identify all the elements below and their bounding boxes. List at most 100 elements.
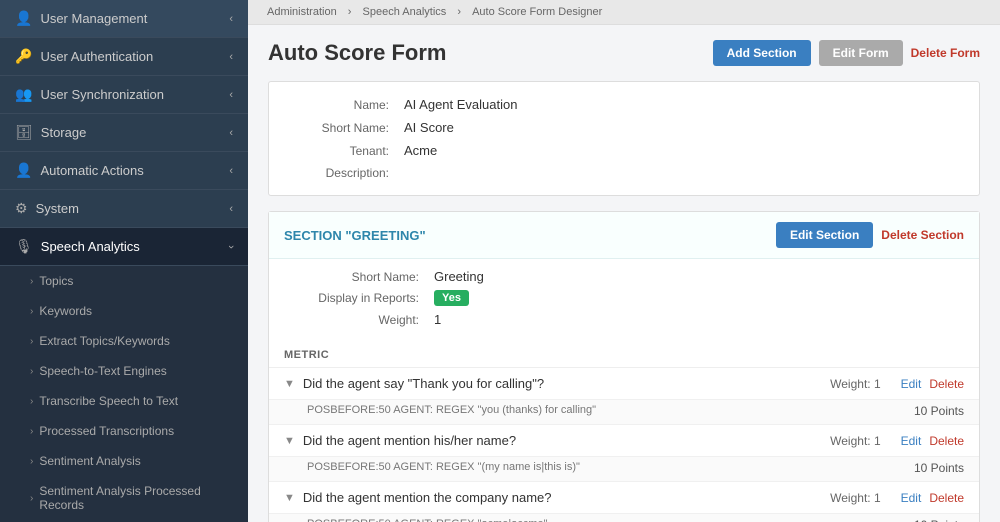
edit-section-greeting-button[interactable]: Edit Section — [776, 222, 873, 248]
metric-points-3: 10 Points — [914, 518, 964, 522]
metric-weight-3: Weight: 1 — [830, 491, 880, 505]
submenu-topics[interactable]: › Topics — [0, 266, 248, 296]
user-auth-icon: 🔑 — [15, 48, 32, 65]
metric-question-1: Did the agent say "Thank you for calling… — [303, 376, 830, 391]
submenu-keywords[interactable]: › Keywords — [0, 296, 248, 326]
chevron-user-auth: ‹ — [229, 51, 233, 63]
form-name-label: Name: — [289, 98, 389, 112]
metric-actions-1: Edit Delete — [901, 377, 964, 391]
submenu-processed-transcriptions[interactable]: › Processed Transcriptions — [0, 416, 248, 446]
metric-edit-3[interactable]: Edit — [901, 491, 922, 505]
section-greeting: SECTION "GREETING" Edit Section Delete S… — [268, 211, 980, 522]
breadcrumb: Administration › Speech Analytics › Auto… — [248, 0, 1000, 25]
user-management-icon: 👤 — [15, 10, 32, 27]
form-info-panel: Name: AI Agent Evaluation Short Name: AI… — [268, 81, 980, 196]
metric-header-greeting: METRIC — [269, 343, 979, 368]
arrow-proc-trans: › — [30, 426, 33, 437]
metric-edit-2[interactable]: Edit — [901, 434, 922, 448]
content-area: Auto Score Form Add Section Edit Form De… — [248, 25, 1000, 522]
arrow-extract: › — [30, 336, 33, 347]
greeting-display-label: Display in Reports: — [289, 291, 419, 305]
form-description-label: Description: — [289, 166, 389, 180]
section-greeting-header: SECTION "GREETING" Edit Section Delete S… — [269, 212, 979, 259]
system-icon: ⚙ — [15, 200, 28, 217]
submenu-extract-topics[interactable]: › Extract Topics/Keywords — [0, 326, 248, 356]
metric-detail-3: POSBEFORE:50 AGENT: REGEX "acme|accme" 1… — [269, 514, 979, 522]
submenu-transcribe[interactable]: › Transcribe Speech to Text — [0, 386, 248, 416]
add-section-button[interactable]: Add Section — [713, 40, 811, 66]
sidebar: 👤 User Management ‹ 🔑 User Authenticatio… — [0, 0, 248, 522]
sidebar-item-speech-analytics[interactable]: 🎙 Speech Analytics › — [0, 228, 248, 266]
metric-toggle-3[interactable]: ▼ — [284, 492, 295, 504]
page-header: Auto Score Form Add Section Edit Form De… — [268, 40, 980, 66]
page-title: Auto Score Form — [268, 40, 446, 66]
metric-actions-3: Edit Delete — [901, 491, 964, 505]
form-tenant-row: Tenant: Acme — [289, 143, 959, 158]
speech-analytics-icon: 🎙 — [15, 238, 33, 255]
form-name-value: AI Agent Evaluation — [404, 97, 517, 112]
arrow-sentiment: › — [30, 456, 33, 467]
arrow-sent-proc: › — [30, 493, 33, 504]
metric-toggle-1[interactable]: ▼ — [284, 378, 295, 390]
form-tenant-label: Tenant: — [289, 144, 389, 158]
metric-points-2: 10 Points — [914, 461, 964, 475]
metric-actions-2: Edit Delete — [901, 434, 964, 448]
metric-row-2: ▼ Did the agent mention his/her name? We… — [269, 425, 979, 457]
greeting-short-name-label: Short Name: — [289, 270, 419, 284]
sidebar-item-automatic-actions[interactable]: 👤 Automatic Actions ‹ — [0, 152, 248, 190]
greeting-display-row: Display in Reports: Yes — [289, 290, 959, 306]
metric-question-3: Did the agent mention the company name? — [303, 490, 830, 505]
metric-weight-2: Weight: 1 — [830, 434, 880, 448]
user-sync-icon: 👥 — [15, 86, 32, 103]
chevron-user-management: ‹ — [229, 13, 233, 25]
sidebar-item-system[interactable]: ⚙ System ‹ — [0, 190, 248, 228]
form-short-name-row: Short Name: AI Score — [289, 120, 959, 135]
chevron-system: ‹ — [229, 203, 233, 215]
arrow-transcribe: › — [30, 396, 33, 407]
section-greeting-info: Short Name: Greeting Display in Reports:… — [269, 259, 979, 343]
metric-delete-2[interactable]: Delete — [929, 434, 964, 448]
sidebar-item-user-management[interactable]: 👤 User Management ‹ — [0, 0, 248, 38]
greeting-display-badge: Yes — [434, 290, 469, 306]
metric-question-2: Did the agent mention his/her name? — [303, 433, 830, 448]
delete-form-button[interactable]: Delete Form — [911, 40, 980, 66]
sidebar-item-user-authentication[interactable]: 🔑 User Authentication ‹ — [0, 38, 248, 76]
submenu-sentiment-processed[interactable]: › Sentiment Analysis Processed Records — [0, 476, 248, 520]
greeting-weight-value: 1 — [434, 312, 441, 327]
arrow-keywords: › — [30, 306, 33, 317]
section-greeting-title: SECTION "GREETING" — [284, 228, 426, 243]
metric-weight-1: Weight: 1 — [830, 377, 880, 391]
arrow-stt: › — [30, 366, 33, 377]
form-short-name-label: Short Name: — [289, 121, 389, 135]
chevron-auto-actions: ‹ — [229, 165, 233, 177]
metric-toggle-2[interactable]: ▼ — [284, 435, 295, 447]
metric-delete-1[interactable]: Delete — [929, 377, 964, 391]
chevron-speech-analytics: › — [225, 245, 237, 249]
greeting-short-name-value: Greeting — [434, 269, 484, 284]
form-tenant-value: Acme — [404, 143, 437, 158]
greeting-weight-label: Weight: — [289, 313, 419, 327]
metric-delete-3[interactable]: Delete — [929, 491, 964, 505]
metric-detail-1: POSBEFORE:50 AGENT: REGEX "you (thanks) … — [269, 400, 979, 425]
chevron-user-sync: ‹ — [229, 89, 233, 101]
sidebar-item-user-synchronization[interactable]: 👥 User Synchronization ‹ — [0, 76, 248, 114]
section-greeting-actions: Edit Section Delete Section — [776, 222, 964, 248]
submenu-sentiment-analysis[interactable]: › Sentiment Analysis — [0, 446, 248, 476]
sidebar-item-storage[interactable]: 🗄 Storage ‹ — [0, 114, 248, 152]
metric-detail-2: POSBEFORE:50 AGENT: REGEX "(my name is|t… — [269, 457, 979, 482]
automatic-actions-icon: 👤 — [15, 162, 32, 179]
metric-edit-1[interactable]: Edit — [901, 377, 922, 391]
greeting-short-name-row: Short Name: Greeting — [289, 269, 959, 284]
delete-section-greeting-button[interactable]: Delete Section — [881, 228, 964, 242]
metric-row-3: ▼ Did the agent mention the company name… — [269, 482, 979, 514]
edit-form-button[interactable]: Edit Form — [819, 40, 903, 66]
submenu-speech-to-text[interactable]: › Speech-to-Text Engines — [0, 356, 248, 386]
storage-icon: 🗄 — [15, 124, 33, 141]
metric-row-1: ▼ Did the agent say "Thank you for calli… — [269, 368, 979, 400]
chevron-storage: ‹ — [229, 127, 233, 139]
arrow-topics: › — [30, 276, 33, 287]
greeting-weight-row: Weight: 1 — [289, 312, 959, 327]
metric-points-1: 10 Points — [914, 404, 964, 418]
form-description-row: Description: — [289, 166, 959, 180]
form-short-name-value: AI Score — [404, 120, 454, 135]
